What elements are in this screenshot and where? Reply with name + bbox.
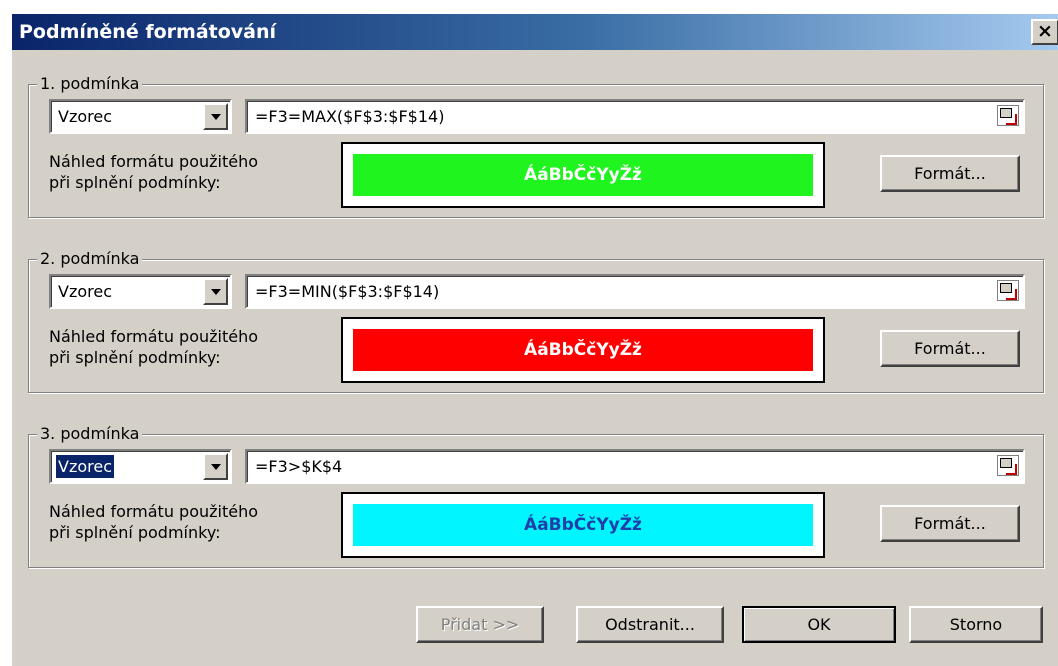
cancel-button[interactable]: Storno — [909, 606, 1043, 643]
condition-1-preview-label-line1: Náhled formátu použitého — [49, 152, 259, 171]
condition-1-format-preview: ÁáBbČčYyŽž — [341, 142, 825, 208]
condition-2-preview-label: Náhled formátu použitého při splnění pod… — [49, 326, 258, 368]
condition-2-legend: 2. podmínka — [37, 249, 143, 269]
condition-1-preview-label: Náhled formátu použitého při splnění pod… — [49, 151, 258, 193]
condition-1-formula-value: =F3=MAX($F$3:$F$14) — [255, 107, 445, 126]
condition-1-type-select[interactable]: Vzorec — [49, 99, 232, 134]
condition-3-format-button[interactable]: Formát... — [880, 505, 1020, 542]
condition-3-type-value: Vzorec — [55, 454, 115, 479]
chevron-down-icon — [211, 114, 221, 120]
condition-3-preview-label-line2: při splnění podmínky: — [49, 523, 221, 542]
condition-1-formula-input[interactable]: =F3=MAX($F$3:$F$14) — [245, 99, 1025, 134]
condition-3-legend: 3. podmínka — [37, 424, 143, 444]
condition-group-2: 2. podmínka Vzorec =F3=MIN($F$3:$F$14) N… — [28, 249, 1044, 393]
remove-condition-button[interactable]: Odstranit... — [576, 606, 724, 643]
condition-1-dropdown-button[interactable] — [203, 103, 228, 130]
close-icon: × — [1037, 20, 1053, 42]
condition-2-type-value: Vzorec — [58, 282, 112, 301]
condition-1-preview-label-line2: při splnění podmínky: — [49, 173, 221, 192]
condition-group-3: 3. podmínka Vzorec =F3>$K$4 Náhled formá… — [28, 424, 1044, 568]
chevron-down-icon — [211, 464, 221, 470]
condition-2-format-button[interactable]: Formát... — [880, 330, 1020, 367]
condition-2-format-preview: ÁáBbČčYyŽž — [341, 317, 825, 383]
condition-3-preview-label: Náhled formátu použitého při splnění pod… — [49, 501, 258, 543]
condition-2-preview-sample: ÁáBbČčYyŽž — [353, 329, 813, 371]
condition-2-range-picker-button[interactable] — [997, 280, 1019, 301]
condition-2-type-select[interactable]: Vzorec — [49, 274, 232, 309]
title-bar[interactable]: Podmíněné formátování — [12, 14, 1058, 50]
condition-group-1: 1. podmínka Vzorec =F3=MAX($F$3:$F$14) N… — [28, 74, 1044, 218]
condition-2-preview-label-line1: Náhled formátu použitého — [49, 327, 259, 346]
condition-2-formula-value: =F3=MIN($F$3:$F$14) — [255, 282, 440, 301]
dialog-title: Podmíněné formátování — [19, 21, 277, 43]
add-condition-button[interactable]: Přidat >> — [416, 606, 544, 643]
condition-1-legend: 1. podmínka — [37, 74, 143, 94]
condition-3-preview-sample: ÁáBbČčYyŽž — [353, 504, 813, 546]
condition-3-formula-input[interactable]: =F3>$K$4 — [245, 449, 1025, 484]
ok-button[interactable]: OK — [742, 606, 896, 643]
range-arrow-icon — [1006, 114, 1017, 125]
condition-3-dropdown-button[interactable] — [203, 453, 228, 480]
conditional-formatting-dialog: Podmíněné formátování × 1. podmínka Vzor… — [11, 13, 1058, 666]
condition-3-type-select[interactable]: Vzorec — [49, 449, 232, 484]
condition-3-formula-value: =F3>$K$4 — [255, 457, 343, 476]
condition-1-range-picker-button[interactable] — [997, 105, 1019, 126]
range-arrow-icon — [1006, 464, 1017, 475]
condition-1-preview-sample: ÁáBbČčYyŽž — [353, 154, 813, 196]
condition-1-type-value: Vzorec — [58, 107, 112, 126]
condition-2-formula-input[interactable]: =F3=MIN($F$3:$F$14) — [245, 274, 1025, 309]
condition-2-dropdown-button[interactable] — [203, 278, 228, 305]
condition-3-preview-label-line1: Náhled formátu použitého — [49, 502, 259, 521]
range-arrow-icon — [1006, 289, 1017, 300]
condition-3-range-picker-button[interactable] — [997, 455, 1019, 476]
condition-2-preview-label-line2: při splnění podmínky: — [49, 348, 221, 367]
condition-1-format-button[interactable]: Formát... — [880, 155, 1020, 192]
close-button[interactable]: × — [1031, 19, 1058, 45]
condition-3-format-preview: ÁáBbČčYyŽž — [341, 492, 825, 558]
chevron-down-icon — [211, 289, 221, 295]
